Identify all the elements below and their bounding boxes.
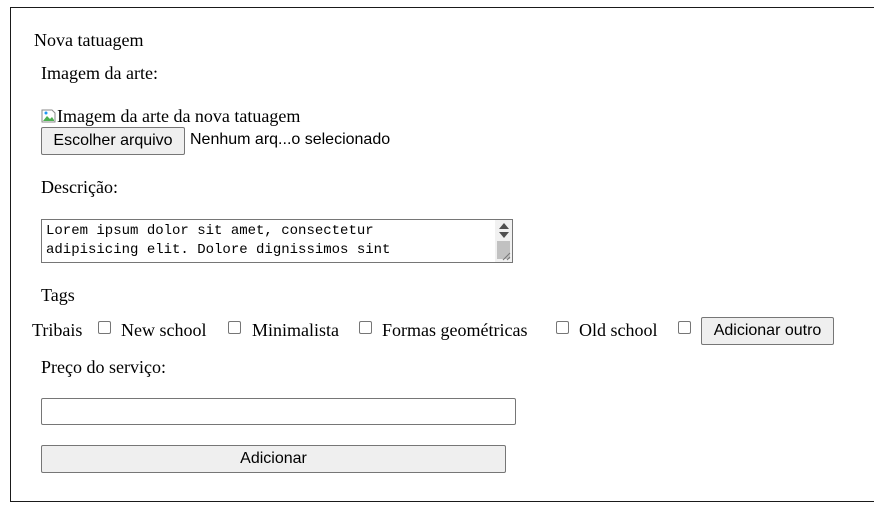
submit-add-button[interactable]: Adicionar xyxy=(41,445,506,473)
tag-checkbox-old-school[interactable] xyxy=(678,321,691,334)
artwork-image: Imagem da arte da nova tatuagem xyxy=(41,106,300,126)
chevron-up-icon[interactable] xyxy=(499,223,509,229)
tag-checkbox-new-school[interactable] xyxy=(228,321,241,334)
price-input[interactable] xyxy=(41,398,516,425)
tag-label-old-school: Old school xyxy=(579,320,658,340)
tag-label-new-school: New school xyxy=(121,320,207,340)
resize-grip-icon[interactable] xyxy=(502,252,511,261)
tag-checkbox-minimalista[interactable] xyxy=(359,321,372,334)
artwork-image-alt: Imagem da arte da nova tatuagem xyxy=(57,106,301,126)
tag-label-formas-geometricas: Formas geométricas xyxy=(382,320,528,340)
choose-file-button[interactable]: Escolher arquivo xyxy=(41,127,185,155)
image-label: Imagem da arte: xyxy=(41,63,158,83)
description-textarea[interactable]: Lorem ipsum dolor sit amet, consectetur … xyxy=(41,219,513,263)
chevron-down-icon[interactable] xyxy=(499,232,509,238)
tag-checkbox-formas-geometricas[interactable] xyxy=(556,321,569,334)
file-status: Nenhum arq...o selecionado xyxy=(190,131,391,148)
description-label: Descrição: xyxy=(41,177,118,197)
description-text: Lorem ipsum dolor sit amet, consectetur … xyxy=(46,223,391,258)
tags-label: Tags xyxy=(41,285,75,305)
tag-label-minimalista: Minimalista xyxy=(252,320,339,340)
add-other-tag-button[interactable]: Adicionar outro xyxy=(701,317,834,345)
price-label: Preço do serviço: xyxy=(41,357,166,377)
tag-checkbox-tribais[interactable] xyxy=(98,321,111,334)
broken-image-icon xyxy=(41,108,57,124)
tag-label-tribais: Tribais xyxy=(32,320,83,340)
form-title: Nova tatuagem xyxy=(34,30,144,50)
